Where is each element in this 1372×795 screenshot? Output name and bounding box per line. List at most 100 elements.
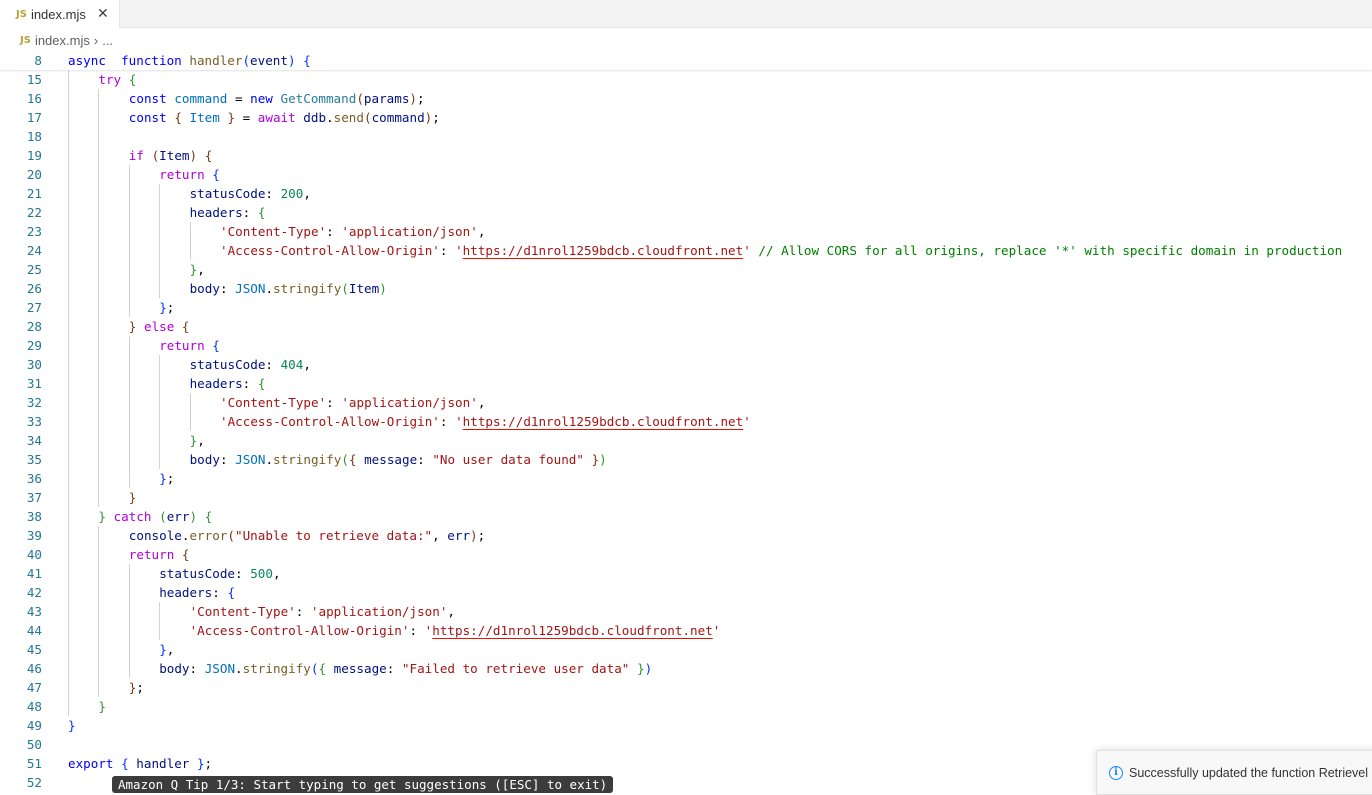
code-line[interactable]: 37} (0, 488, 1372, 507)
line-code: headers: { (189, 376, 266, 391)
line-code: if (Item) { (128, 148, 213, 163)
line-number: 33 (26, 414, 42, 429)
code-line[interactable]: 30 statusCode: 404, (0, 355, 1372, 374)
sticky-scroll-line[interactable]: 8 async function handler(event) { (0, 51, 1372, 70)
breadcrumb: JS index.mjs › ... (0, 30, 113, 50)
code-line[interactable]: 42 headers: { (0, 583, 1372, 602)
code-line[interactable]: 41 statusCode: 500, (0, 564, 1372, 583)
line-number: 20 (26, 167, 42, 182)
code-line[interactable]: 18 (0, 127, 1372, 146)
line-number: 22 (26, 205, 42, 220)
line-number: 37 (26, 490, 42, 505)
code-line[interactable]: 25}, (0, 260, 1372, 279)
line-number: 41 (26, 566, 42, 581)
line-number: 45 (26, 642, 42, 657)
line-number: 26 (26, 281, 42, 296)
line-number: 36 (26, 471, 42, 486)
line-number: 24 (26, 243, 42, 258)
code-line[interactable]: 46 body: JSON.stringify({ message: "Faile… (0, 659, 1372, 678)
line-code: export { handler }; (68, 756, 213, 771)
code-line[interactable]: 36}; (0, 469, 1372, 488)
code-line[interactable]: 49} (0, 716, 1372, 735)
line-code: return { (128, 547, 190, 562)
code-editor[interactable]: 8 async function handler(event) {15 try {1… (0, 51, 1372, 793)
line-number: 52 (26, 775, 42, 790)
code-line[interactable]: 17 const { Item } = await ddb.send(comman… (0, 108, 1372, 127)
line-number: 48 (26, 699, 42, 714)
line-number: 31 (26, 376, 42, 391)
code-line[interactable]: 23 'Content-Type': 'application/json', (0, 222, 1372, 241)
code-line[interactable]: 43 'Content-Type': 'application/json', (0, 602, 1372, 621)
line-number: 47 (26, 680, 42, 695)
line-code: async function handler(event) { (68, 53, 311, 68)
code-line[interactable]: 21 statusCode: 200, (0, 184, 1372, 203)
line-code: const { Item } = await ddb.send(command)… (128, 110, 440, 125)
line-code: return { (159, 167, 220, 182)
breadcrumb-file[interactable]: index.mjs (35, 33, 90, 48)
indent-guide (159, 602, 161, 640)
line-code: } (98, 699, 106, 714)
amazon-q-tip: Amazon Q Tip 1/3: Start typing to get su… (112, 776, 614, 793)
line-number: 43 (26, 604, 42, 619)
code-line[interactable]: 20 return { (0, 165, 1372, 184)
line-code: body: JSON.stringify(Item) (189, 281, 387, 296)
tab-label: index.mjs (30, 6, 86, 22)
line-number: 23 (26, 224, 42, 239)
code-line[interactable]: 15 try { (0, 70, 1372, 89)
code-line[interactable]: 40 return { (0, 545, 1372, 564)
line-number: 18 (26, 129, 42, 144)
line-number: 50 (26, 737, 42, 752)
line-code: } catch (err) { (98, 509, 213, 524)
line-code: }, (189, 433, 205, 448)
editor-tab-bar: JS index.mjs ✕ (0, 0, 1372, 28)
code-line[interactable]: 33 'Access-Control-Allow-Origin': 'https:… (0, 412, 1372, 431)
code-line[interactable]: 28} else { (0, 317, 1372, 336)
code-line[interactable]: 47}; (0, 678, 1372, 697)
code-line[interactable]: 27}; (0, 298, 1372, 317)
code-line[interactable]: 22 headers: { (0, 203, 1372, 222)
code-line[interactable]: 32 'Content-Type': 'application/json', (0, 393, 1372, 412)
code-line[interactable]: 45}, (0, 640, 1372, 659)
notification-toast[interactable]: i Successfully updated the function Retr… (1096, 750, 1372, 795)
line-number: 29 (26, 338, 42, 353)
code-line[interactable]: 31 headers: { (0, 374, 1372, 393)
javascript-file-icon: JS (16, 8, 27, 20)
code-line[interactable]: 44 'Access-Control-Allow-Origin': 'https:… (0, 621, 1372, 640)
line-code: 'Content-Type': 'application/json', (220, 395, 486, 410)
line-code: body: JSON.stringify({ message: "No user… (189, 452, 607, 467)
line-code: 'Content-Type': 'application/json', (189, 604, 455, 619)
code-line[interactable]: 38} catch (err) { (0, 507, 1372, 526)
line-number: 51 (26, 756, 42, 771)
line-number: 16 (26, 91, 42, 106)
notification-message: Successfully updated the function Retrie… (1129, 765, 1369, 780)
code-line[interactable]: 24 'Access-Control-Allow-Origin': 'https:… (0, 241, 1372, 260)
line-number: 46 (26, 661, 42, 676)
close-icon[interactable]: ✕ (97, 5, 109, 22)
code-line[interactable]: 29 return { (0, 336, 1372, 355)
line-code: }; (159, 471, 175, 486)
line-code: statusCode: 200, (189, 186, 311, 201)
line-code: 'Access-Control-Allow-Origin': 'https://… (220, 414, 751, 429)
code-line[interactable]: 39 console.error("Unable to retrieve data… (0, 526, 1372, 545)
line-number: 8 (34, 53, 42, 68)
line-number: 21 (26, 186, 42, 201)
line-code: body: JSON.stringify({ message: "Failed … (159, 661, 653, 676)
line-code: 'Access-Control-Allow-Origin': 'https://… (220, 243, 1343, 258)
line-code: } (128, 490, 137, 505)
line-code: headers: { (189, 205, 266, 220)
line-code: } (68, 718, 76, 733)
code-line[interactable]: 19 if (Item) { (0, 146, 1372, 165)
code-line[interactable]: 48} (0, 697, 1372, 716)
info-icon: i (1109, 765, 1123, 780)
tab-index-mjs[interactable]: JS index.mjs ✕ (0, 0, 120, 28)
code-line[interactable]: 26 body: JSON.stringify(Item) (0, 279, 1372, 298)
line-number: 40 (26, 547, 42, 562)
line-number: 28 (26, 319, 42, 334)
line-number: 15 (26, 72, 42, 87)
code-line[interactable]: 34}, (0, 431, 1372, 450)
code-line[interactable]: 35 body: JSON.stringify({ message: "No us… (0, 450, 1372, 469)
breadcrumb-more[interactable]: ... (102, 33, 113, 48)
line-code: statusCode: 500, (159, 566, 281, 581)
code-line[interactable]: 16 const command = new GetCommand(params)… (0, 89, 1372, 108)
line-number: 17 (26, 110, 42, 125)
